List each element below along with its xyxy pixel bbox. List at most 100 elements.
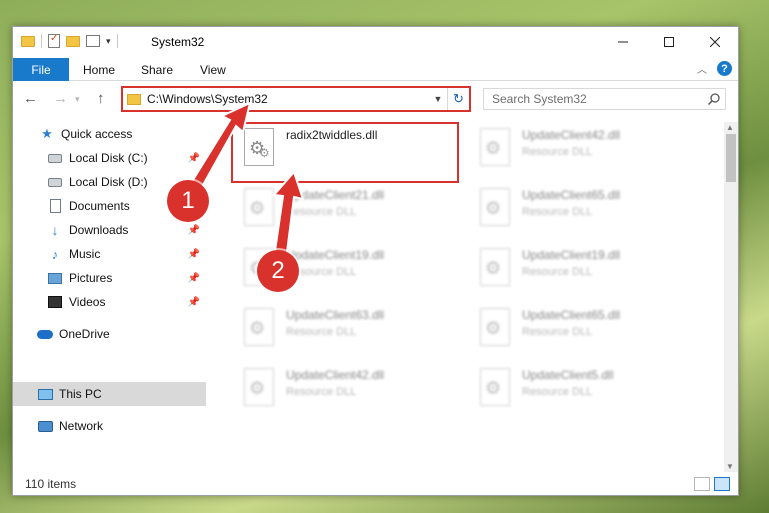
help-icon[interactable]: ? [717, 61, 732, 76]
tab-home[interactable]: Home [83, 58, 115, 81]
file-name: UpdateClient42.dll [522, 128, 621, 142]
file-type: Resource DLL [286, 266, 357, 278]
search-icon[interactable] [703, 93, 725, 105]
this-pc-icon [37, 387, 53, 401]
file-tile[interactable]: ⚙ UpdateClient19.dll Resource DLL [476, 246, 696, 298]
file-type: Resource DLL [286, 206, 357, 218]
pin-icon[interactable]: 📌 [188, 273, 200, 284]
up-button[interactable]: ↑ [97, 90, 105, 107]
pin-icon[interactable]: 📌 [188, 153, 200, 164]
pin-icon[interactable]: 📌 [188, 249, 200, 260]
sidebar-item-label: This PC [59, 387, 102, 401]
sidebar-item-label: Pictures [69, 271, 113, 285]
file-type: Resource DLL [522, 206, 593, 218]
close-button[interactable] [692, 27, 738, 57]
file-type: Resource DLL [286, 386, 357, 398]
file-type: Resource DLL [286, 326, 357, 338]
dll-file-icon: ⚙ [240, 366, 278, 412]
videos-icon [47, 295, 63, 309]
folder-icon[interactable] [21, 35, 35, 47]
sidebar-item-local-disk-c[interactable]: Local Disk (C:) 📌 [13, 146, 206, 170]
file-tile[interactable]: ⚙ UpdateClient65.dll Resource DLL [476, 306, 696, 358]
window-title: System32 [151, 35, 205, 49]
documents-icon [47, 199, 63, 213]
file-tile[interactable]: ⚙ UpdateClient63.dll Resource DLL [240, 306, 460, 358]
sidebar-item-downloads[interactable]: ↓ Downloads 📌 [13, 218, 206, 242]
file-tile[interactable]: ⚙ UpdateClient42.dll Resource DLL [240, 366, 460, 418]
onedrive-icon [37, 327, 53, 341]
file-type: Resource DLL [522, 386, 593, 398]
maximize-button[interactable] [646, 27, 692, 57]
sidebar-item-label: Local Disk (C:) [69, 151, 148, 165]
file-tile[interactable]: ⚙ UpdateClient42.dll Resource DLL [476, 126, 696, 178]
file-type: Resource DLL [522, 326, 593, 338]
address-bar[interactable]: C:\Windows\System32 ▼ ↻ [121, 86, 471, 112]
address-dropdown-chevron-icon[interactable]: ▼ [429, 94, 447, 104]
window-controls [600, 27, 738, 57]
ribbon-right-controls: ︿ ? [697, 61, 732, 76]
file-explorer-window: ▾ System32 File Home Share View ︿ ? ← → … [12, 26, 739, 496]
sidebar-item-onedrive[interactable]: OneDrive [13, 322, 206, 346]
sidebar-item-pictures[interactable]: Pictures 📌 [13, 266, 206, 290]
new-folder-icon[interactable] [66, 35, 80, 47]
disk-icon [47, 151, 63, 165]
sidebar-item-quick-access[interactable]: ★ Quick access [13, 122, 206, 146]
refresh-button[interactable]: ↻ [447, 88, 469, 110]
dll-file-icon: ⚙ [476, 246, 514, 292]
qat-separator [41, 34, 42, 48]
navigation-pane: ★ Quick access Local Disk (C:) 📌 Local D… [13, 122, 206, 462]
scrollbar-thumb[interactable] [726, 134, 736, 182]
sidebar-item-videos[interactable]: Videos 📌 [13, 290, 206, 314]
file-name: UpdateClient42.dll [286, 368, 385, 382]
tiles-view-icon[interactable] [714, 477, 730, 491]
scroll-down-arrow-icon[interactable]: ▼ [726, 462, 734, 471]
file-tile[interactable]: ⚙ UpdateClient5.dll Resource DLL [476, 366, 696, 418]
details-view-icon[interactable] [694, 477, 710, 491]
dll-file-icon: ⚙ [476, 186, 514, 232]
file-type: Resource DLL [522, 266, 593, 278]
pin-icon[interactable]: 📌 [188, 297, 200, 308]
close-icon [710, 37, 720, 47]
sidebar-item-label: Network [59, 419, 104, 433]
vertical-scrollbar[interactable]: ▲ ▼ [724, 122, 738, 472]
qat-customize-chevron-icon[interactable]: ▾ [106, 36, 111, 47]
file-tile[interactable]: ⚙ UpdateClient65.dll Resource DLL [476, 186, 696, 238]
sidebar-item-music[interactable]: ♪ Music 📌 [13, 242, 206, 266]
file-name: UpdateClient65.dll [522, 188, 621, 202]
dll-file-icon: ⚙ [240, 306, 278, 352]
callout-1: 1 [167, 180, 209, 222]
dll-file-icon: ⚙ [476, 306, 514, 352]
sidebar-item-label: Quick access [61, 127, 133, 141]
tab-view[interactable]: View [200, 58, 226, 81]
search-box[interactable] [483, 88, 726, 110]
search-input[interactable] [492, 92, 703, 106]
sidebar-item-network[interactable]: Network [13, 414, 206, 438]
pictures-icon [47, 271, 63, 285]
sidebar-item-label: Downloads [69, 223, 129, 237]
pin-icon[interactable]: 📌 [188, 225, 200, 236]
customize-view-icon[interactable] [86, 35, 100, 47]
qat-separator [116, 34, 118, 48]
dll-file-icon: ⚙ [476, 366, 514, 412]
properties-icon[interactable] [48, 33, 60, 48]
collapse-ribbon-chevron-icon[interactable]: ︿ [697, 61, 707, 76]
tab-file[interactable]: File [13, 58, 69, 81]
file-name: UpdateClient63.dll [286, 308, 385, 322]
minimize-button[interactable] [600, 27, 646, 57]
sidebar-item-label: Documents [69, 199, 130, 213]
file-name: UpdateClient19.dll [522, 248, 621, 262]
forward-button[interactable]: → [53, 90, 68, 107]
tab-share[interactable]: Share [141, 58, 173, 81]
sidebar-item-label: Music [69, 247, 101, 261]
sidebar-item-this-pc[interactable]: This PC [13, 382, 206, 406]
file-name: UpdateClient21.dll [286, 188, 385, 202]
back-button[interactable]: ← [23, 90, 38, 107]
dll-file-icon: ⚙ [240, 186, 278, 232]
item-count: 110 items [25, 477, 77, 491]
address-path[interactable]: C:\Windows\System32 [147, 92, 429, 106]
scroll-up-arrow-icon[interactable]: ▲ [726, 123, 734, 132]
file-tile[interactable]: ⚙ UpdateClient21.dll Resource DLL [240, 186, 460, 238]
music-icon: ♪ [51, 246, 59, 262]
file-name: UpdateClient5.dll [522, 368, 614, 382]
recent-locations-chevron-icon[interactable]: ▾ [75, 94, 80, 105]
